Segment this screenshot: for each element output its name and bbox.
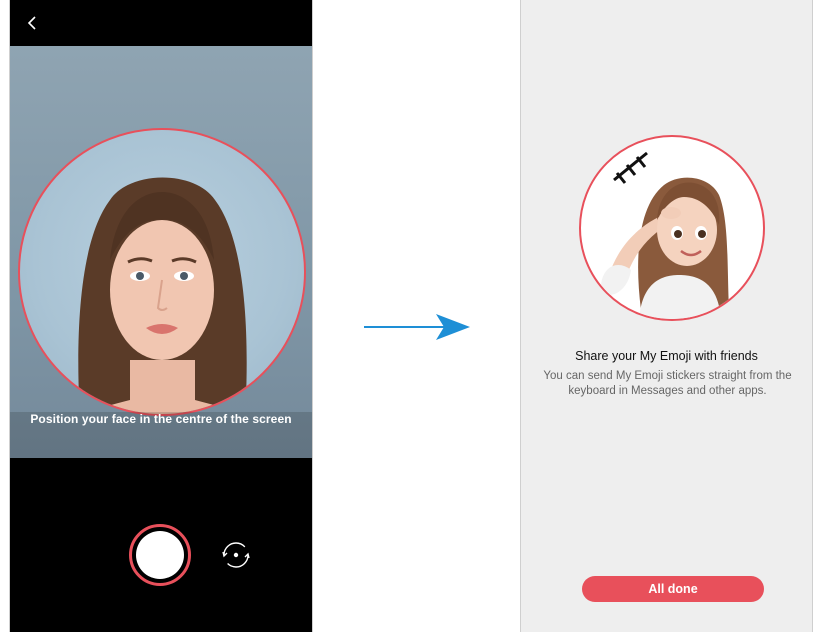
face-guide-circle	[18, 128, 306, 416]
camera-screen: Position your face in the centre of the …	[9, 0, 313, 632]
shutter-button[interactable]	[129, 524, 191, 586]
chevron-left-icon[interactable]	[24, 14, 42, 32]
share-title: Share your My Emoji with friends	[575, 349, 758, 363]
face-photo	[77, 177, 248, 414]
emoji-avatar-circle	[579, 135, 765, 321]
emoji-avatar-image	[601, 151, 729, 319]
emoji-screen: Share your My Emoji with friends You can…	[520, 0, 813, 632]
camera-preview	[10, 46, 312, 458]
top-bar	[10, 0, 312, 46]
switch-camera-icon[interactable]	[217, 536, 255, 574]
face-position-hint: Position your face in the centre of the …	[30, 412, 292, 426]
share-description: You can send My Emoji stickers straight …	[543, 370, 792, 397]
shutter-inner	[136, 531, 184, 579]
all-done-button[interactable]: All done	[582, 576, 764, 602]
flow-arrow-icon	[364, 314, 470, 340]
